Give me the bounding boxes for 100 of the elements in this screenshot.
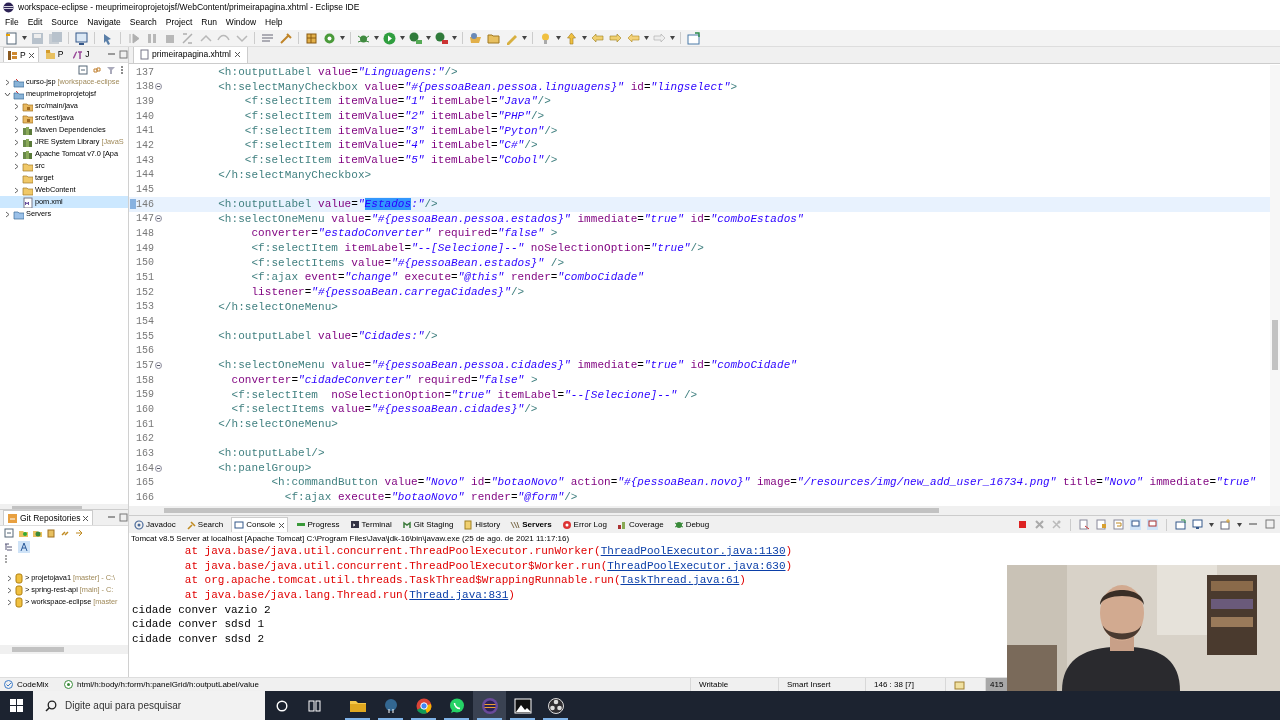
chevron-right-icon[interactable] bbox=[4, 210, 11, 218]
link[interactable]: Thread.java:831 bbox=[409, 588, 509, 601]
chevron-right-icon[interactable] bbox=[13, 138, 20, 146]
scroll-lock-icon[interactable] bbox=[1096, 519, 1107, 530]
taskbar-app[interactable] bbox=[473, 691, 506, 720]
menu-item[interactable]: Search bbox=[129, 16, 157, 29]
caret-icon[interactable] bbox=[400, 36, 405, 40]
terminate-icon[interactable] bbox=[1017, 519, 1028, 530]
menu-item[interactable]: Run bbox=[201, 16, 217, 29]
chevron-right-icon[interactable] bbox=[4, 78, 11, 86]
editor-tab[interactable]: primeirapagina.xhtml bbox=[133, 47, 248, 63]
open-console-icon[interactable] bbox=[1175, 519, 1186, 530]
link[interactable]: TaskThread.java:61 bbox=[620, 574, 740, 587]
link[interactable]: ThreadPoolExecutor.java:1130 bbox=[600, 545, 786, 557]
view-tab[interactable]: J bbox=[69, 47, 93, 62]
menu-item[interactable]: Edit bbox=[27, 16, 43, 29]
pin-console-icon[interactable] bbox=[1130, 519, 1141, 530]
caret-icon[interactable] bbox=[1237, 522, 1242, 527]
view-tab[interactable]: Search bbox=[183, 517, 226, 532]
sync-icon[interactable] bbox=[74, 528, 84, 538]
word-wrap-icon[interactable] bbox=[1113, 519, 1124, 530]
view-tab[interactable]: Git Staging bbox=[399, 517, 456, 532]
view-menu-icon[interactable] bbox=[4, 554, 8, 564]
caret-icon[interactable] bbox=[452, 36, 457, 40]
caret-icon[interactable] bbox=[556, 36, 561, 40]
caret-icon[interactable] bbox=[1209, 522, 1214, 527]
view-tab[interactable]: Git Repositories bbox=[3, 510, 94, 526]
view-tab[interactable]: Debug bbox=[671, 517, 712, 532]
package-icon[interactable] bbox=[304, 30, 319, 46]
chevron-right-icon[interactable] bbox=[13, 150, 20, 158]
open-type-icon[interactable] bbox=[468, 30, 483, 46]
chevron-down-icon[interactable] bbox=[4, 90, 11, 98]
perspective-icon[interactable] bbox=[686, 30, 701, 46]
scrollbar-thumb[interactable] bbox=[12, 647, 64, 652]
caret-icon[interactable] bbox=[582, 36, 587, 40]
view-tab[interactable]: Error Log bbox=[559, 517, 609, 532]
menu-item[interactable]: File bbox=[5, 16, 19, 29]
fold-icon[interactable] bbox=[155, 215, 162, 223]
view-tab[interactable]: History bbox=[461, 517, 503, 532]
maximize-icon[interactable] bbox=[119, 513, 128, 522]
caret-icon[interactable] bbox=[340, 36, 345, 40]
scrollbar-thumb[interactable] bbox=[1272, 320, 1278, 370]
close-icon[interactable] bbox=[277, 521, 285, 529]
filter-icon[interactable] bbox=[106, 64, 116, 75]
menu-item[interactable]: Project bbox=[165, 16, 193, 29]
view-tab[interactable]: Console bbox=[231, 517, 288, 532]
fold-icon[interactable] bbox=[155, 361, 162, 369]
caret-icon[interactable] bbox=[426, 36, 431, 40]
view-menu-icon[interactable] bbox=[120, 64, 124, 75]
chevron-right-icon[interactable] bbox=[13, 186, 20, 194]
show-on-output-icon[interactable] bbox=[1147, 519, 1158, 530]
create-repository-icon[interactable] bbox=[46, 528, 56, 538]
close-icon[interactable] bbox=[82, 514, 90, 522]
collapse-all-icon[interactable] bbox=[4, 528, 14, 538]
code-line: <f:ajax event="change" execute="@this" render="comboCidade" bbox=[250, 270, 644, 286]
coverage-icon[interactable] bbox=[408, 30, 423, 46]
chevron-right-icon[interactable] bbox=[13, 162, 20, 170]
remove-icon[interactable] bbox=[1034, 519, 1045, 530]
collapse-all-icon[interactable] bbox=[78, 64, 88, 75]
caret-icon[interactable] bbox=[22, 36, 27, 40]
view-tab[interactable]: Servers bbox=[508, 517, 554, 532]
maximize-icon[interactable] bbox=[1265, 519, 1276, 530]
error-icon bbox=[561, 519, 572, 530]
view-tab[interactable]: Terminal bbox=[347, 517, 394, 532]
new-console-icon[interactable] bbox=[1220, 519, 1231, 530]
maximize-icon[interactable] bbox=[119, 50, 128, 59]
garbage-collect-icon[interactable] bbox=[954, 679, 965, 690]
view-tab[interactable]: Coverage bbox=[614, 517, 666, 532]
view-tab[interactable]: P bbox=[3, 47, 39, 63]
tree-layout-icon[interactable] bbox=[4, 542, 14, 552]
monitor-icon[interactable] bbox=[74, 30, 89, 46]
caret-icon[interactable] bbox=[522, 36, 527, 40]
menu-item[interactable]: Source bbox=[51, 16, 79, 29]
view-tab[interactable]: P bbox=[41, 47, 67, 62]
clear-console-icon[interactable] bbox=[1079, 519, 1090, 530]
caret-icon[interactable] bbox=[644, 36, 649, 40]
view-tab[interactable]: Javadoc bbox=[132, 517, 178, 532]
caret-icon[interactable] bbox=[670, 36, 675, 40]
clone-icon[interactable] bbox=[32, 528, 42, 538]
menu-item[interactable]: Help bbox=[265, 16, 283, 29]
scrollbar-thumb[interactable] bbox=[164, 508, 939, 513]
caret-icon[interactable] bbox=[374, 36, 379, 40]
fold-icon[interactable] bbox=[155, 464, 162, 472]
view-tab[interactable]: Progress bbox=[293, 517, 342, 532]
tool-icon[interactable] bbox=[278, 30, 293, 46]
link-editor-icon[interactable] bbox=[92, 64, 102, 75]
external-tool-icon[interactable] bbox=[434, 30, 449, 46]
chevron-right-icon[interactable] bbox=[13, 126, 20, 134]
close-icon[interactable] bbox=[233, 51, 241, 59]
chevron-right-icon[interactable] bbox=[13, 102, 20, 110]
chevron-right-icon[interactable] bbox=[13, 114, 20, 122]
sort-icon[interactable] bbox=[18, 541, 30, 553]
menu-item[interactable]: Window bbox=[225, 16, 257, 29]
fold-icon[interactable] bbox=[155, 83, 162, 91]
add-repository-icon[interactable] bbox=[18, 528, 28, 538]
close-icon[interactable] bbox=[27, 51, 35, 59]
link-icon[interactable] bbox=[60, 528, 70, 538]
display-console-icon[interactable] bbox=[1192, 519, 1203, 530]
menu-item[interactable]: Navigate bbox=[87, 16, 121, 29]
link[interactable]: ThreadPoolExecutor.java:630 bbox=[607, 559, 786, 572]
